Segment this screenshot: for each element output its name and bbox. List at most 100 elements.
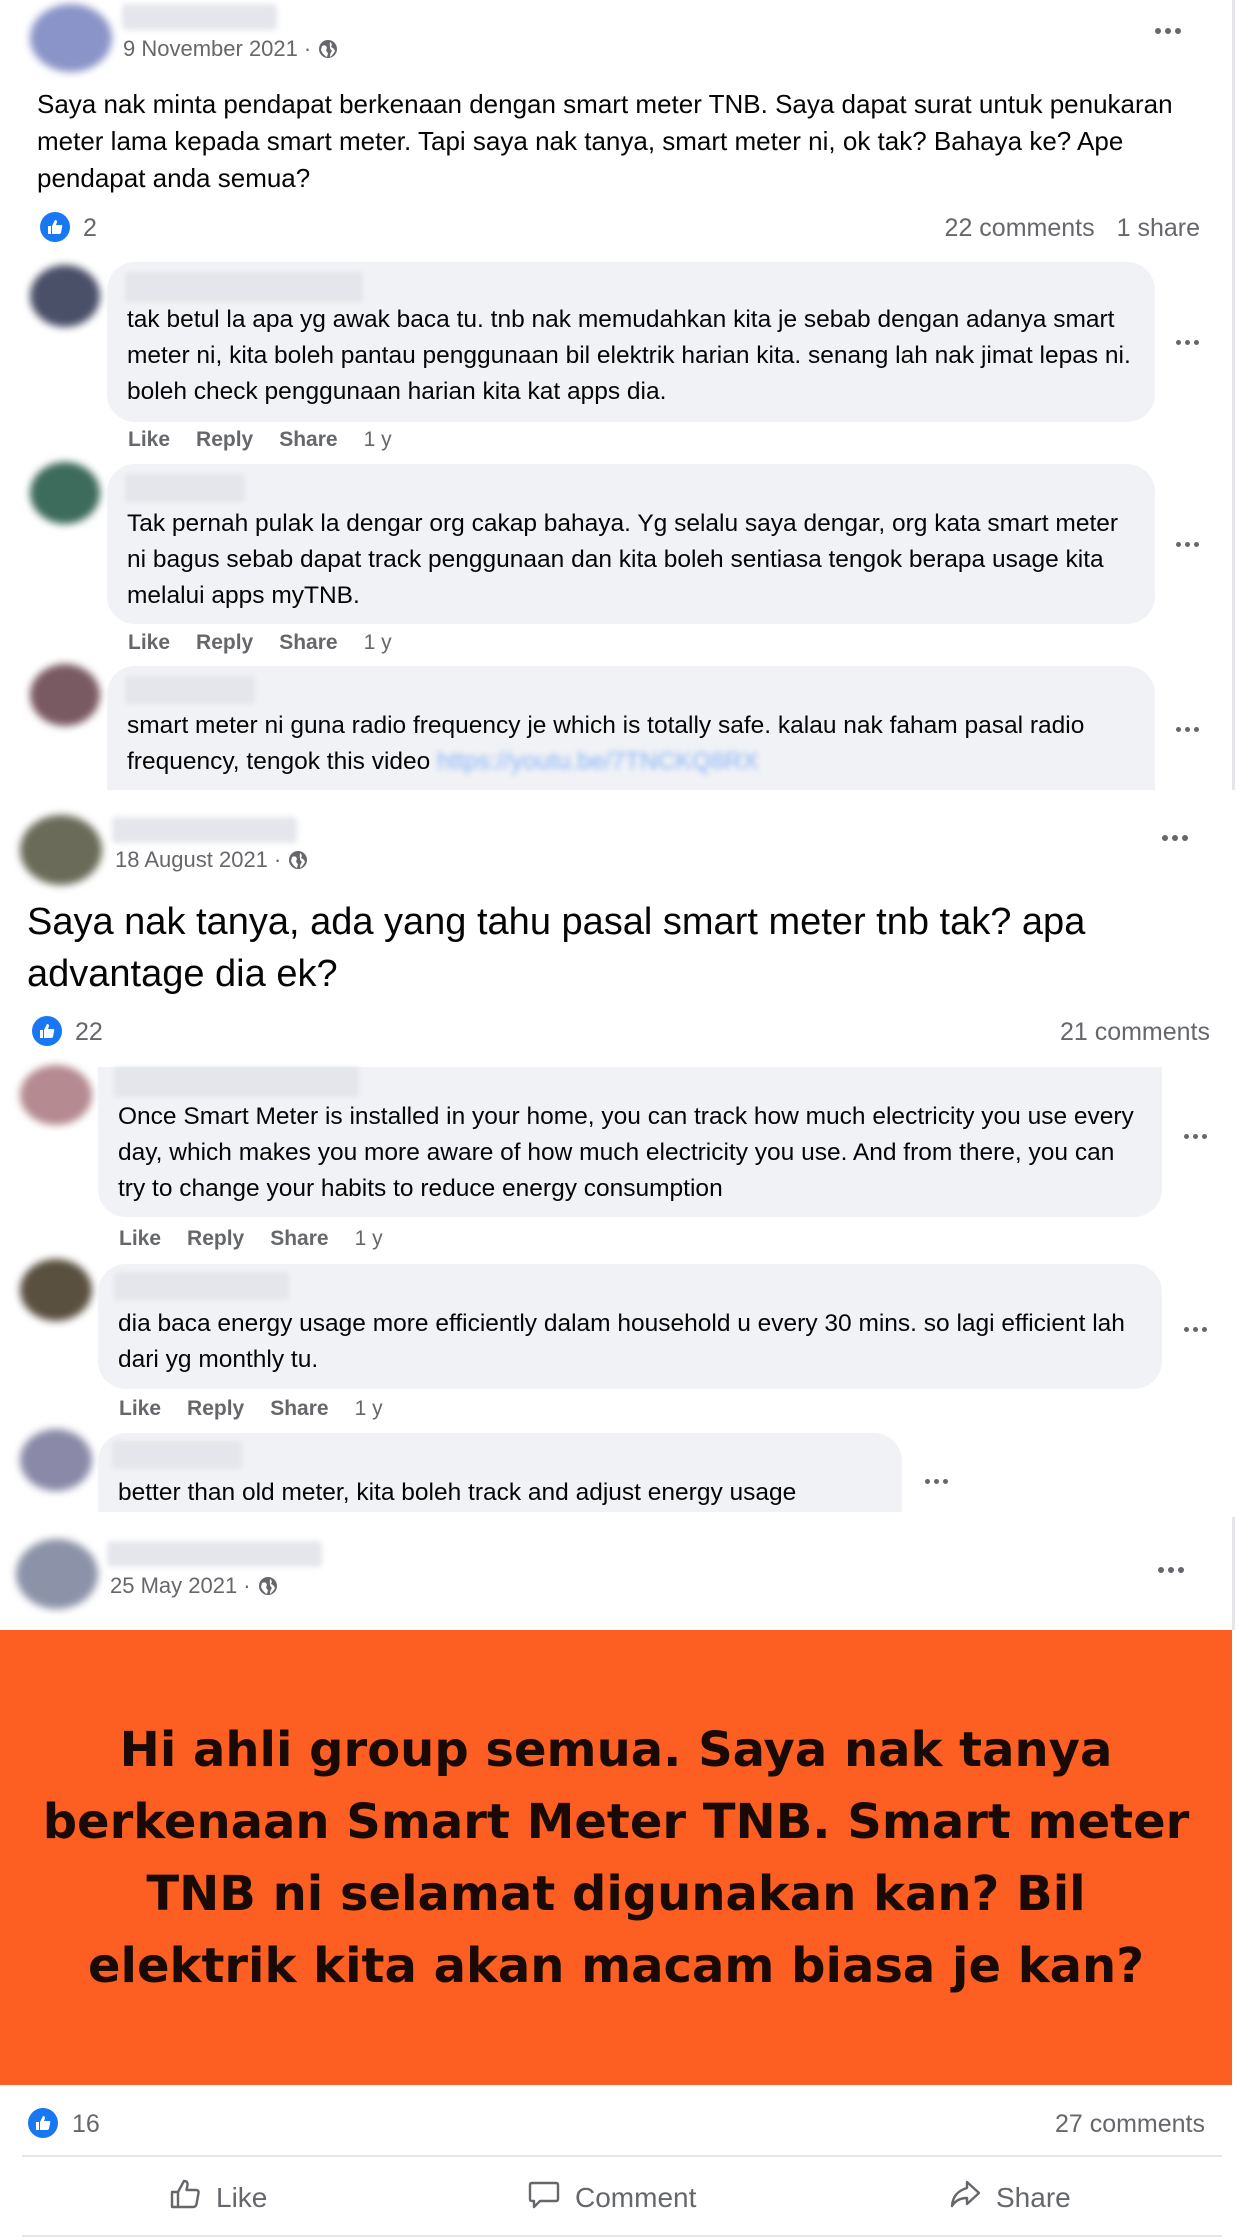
- post-2: 18 August 2021 · Saya nak tanya, ada yan…: [0, 797, 1240, 1512]
- share-button[interactable]: Share: [270, 1397, 328, 1421]
- post-3-background-text-banner: Hi ahli group semua. Saya nak tanya berk…: [0, 1630, 1232, 2085]
- comment-icon: [527, 2177, 561, 2218]
- share-arrow-icon: [948, 2177, 982, 2218]
- comment-more-options-icon[interactable]: [1184, 1327, 1207, 1332]
- share-button[interactable]: Share: [270, 1227, 328, 1251]
- comment-more-options-icon[interactable]: [1176, 542, 1199, 547]
- comment-text: Once Smart Meter is installed in your ho…: [118, 1103, 1134, 1202]
- post-2-stats: 21 comments: [1060, 1018, 1210, 1047]
- reply-button[interactable]: Reply: [196, 631, 253, 655]
- post-3-reaction-count[interactable]: 16: [72, 2110, 100, 2139]
- comment-bubble: better than old meter, kita boleh track …: [98, 1433, 902, 1512]
- like-reaction-icon[interactable]: [32, 1016, 62, 1046]
- post-1-reaction-count[interactable]: 2: [83, 214, 97, 243]
- comment-author-name[interactable]: [125, 676, 255, 704]
- comment-author-name[interactable]: [114, 1067, 359, 1097]
- comment-button[interactable]: Comment: [527, 2177, 696, 2218]
- comment-avatar[interactable]: [20, 1065, 92, 1125]
- comment-age[interactable]: 1 y: [355, 1227, 383, 1251]
- post-1-share-count[interactable]: 1 share: [1117, 214, 1200, 243]
- comment-age[interactable]: 1 y: [364, 428, 392, 452]
- comment-bubble: dia baca energy usage more efficiently d…: [98, 1264, 1162, 1389]
- panel-edge: [1232, 1517, 1235, 1525]
- share-button[interactable]: Share: [948, 2177, 1071, 2218]
- like-button[interactable]: Like: [128, 631, 170, 655]
- like-button-label: Like: [216, 2181, 268, 2213]
- like-button[interactable]: Like: [119, 1227, 161, 1251]
- comment-actions: Like Reply Share 1 y: [128, 631, 392, 655]
- post-1-author-avatar[interactable]: [30, 4, 112, 72]
- comment-more-options-icon[interactable]: [1184, 1134, 1207, 1139]
- post-2-author-name[interactable]: [112, 817, 297, 843]
- divider: [22, 2235, 1222, 2237]
- comment-text: tak betul la apa yg awak baca tu. tnb na…: [127, 306, 1131, 405]
- post-1-comment-count[interactable]: 22 comments: [945, 214, 1095, 243]
- globe-icon: [317, 38, 339, 60]
- comment-actions: Like Reply Share 1 y: [128, 428, 392, 452]
- like-reaction-icon[interactable]: [40, 212, 70, 242]
- post-2-comment-count[interactable]: 21 comments: [1060, 1018, 1210, 1047]
- post-1-stats: 22 comments 1 share: [945, 214, 1200, 243]
- post-3-stats: 27 comments: [1055, 2110, 1205, 2139]
- comment-bubble: Once Smart Meter is installed in your ho…: [98, 1067, 1162, 1217]
- share-button-label: Share: [996, 2181, 1071, 2213]
- comment-avatar[interactable]: [30, 265, 100, 327]
- post-2-more-options-icon[interactable]: [1162, 835, 1188, 841]
- comment-actions: Like Reply Share 1 y: [119, 1227, 383, 1251]
- post-3-author-avatar[interactable]: [16, 1539, 98, 1609]
- comment-avatar[interactable]: [30, 664, 100, 726]
- post-3-author-name[interactable]: [107, 1541, 322, 1567]
- post-3-more-options-icon[interactable]: [1158, 1567, 1184, 1573]
- post-3-date[interactable]: 25 May 2021: [110, 1573, 237, 1599]
- comment-more-options-icon[interactable]: [1176, 340, 1199, 345]
- comment-text: smart meter ni guna radio frequency je w…: [127, 708, 1137, 780]
- comment-bubble: Tak pernah pulak la dengar org cakap bah…: [107, 464, 1155, 624]
- comment-more-options-icon[interactable]: [1176, 727, 1199, 732]
- reply-button[interactable]: Reply: [187, 1227, 244, 1251]
- comment-actions: Like Reply Share 1 y: [119, 1397, 383, 1421]
- like-reaction-icon[interactable]: [28, 2108, 58, 2138]
- reply-button[interactable]: Reply: [196, 428, 253, 452]
- comment-author-name[interactable]: [112, 1441, 242, 1469]
- comment-bubble: smart meter ni guna radio frequency je w…: [107, 666, 1155, 790]
- post-1-date[interactable]: 9 November 2021: [123, 36, 298, 62]
- post-3-banner-text: Hi ahli group semua. Saya nak tanya berk…: [42, 1721, 1190, 1994]
- comment-avatar[interactable]: [20, 1429, 92, 1491]
- like-button[interactable]: Like: [119, 1397, 161, 1421]
- panel-edge: [1232, 1525, 1235, 1630]
- share-button[interactable]: Share: [279, 631, 337, 655]
- post-1-meta: 9 November 2021 ·: [123, 36, 339, 62]
- post-2-reaction-count[interactable]: 22: [75, 1018, 103, 1047]
- post-3-comment-count[interactable]: 27 comments: [1055, 2110, 1205, 2139]
- comment-author-name[interactable]: [114, 1272, 289, 1300]
- like-button[interactable]: Like: [168, 2177, 267, 2218]
- post-1: 9 November 2021 · Saya nak minta pendapa…: [0, 0, 1240, 790]
- comment-age[interactable]: 1 y: [355, 1397, 383, 1421]
- like-button[interactable]: Like: [128, 428, 170, 452]
- video-link[interactable]: https://youtu.be/7TNCKQ8RX: [437, 748, 758, 775]
- post-1-text: Saya nak minta pendapat berkenaan dengan…: [37, 89, 1173, 193]
- comment-author-name[interactable]: [125, 272, 363, 302]
- comment-text: Tak pernah pulak la dengar org cakap bah…: [127, 510, 1119, 609]
- comment-button-label: Comment: [575, 2181, 697, 2213]
- comment-avatar[interactable]: [20, 1259, 92, 1321]
- comment-more-options-icon[interactable]: [925, 1479, 948, 1484]
- post-1-more-options-icon[interactable]: [1155, 28, 1181, 34]
- globe-icon: [287, 849, 309, 871]
- post-2-text: Saya nak tanya, ada yang tahu pasal smar…: [27, 901, 1086, 995]
- post-1-author-name[interactable]: [122, 4, 277, 30]
- post-3-meta: 25 May 2021 ·: [110, 1573, 279, 1599]
- comment-age[interactable]: 1 y: [364, 631, 392, 655]
- globe-icon: [257, 1575, 279, 1597]
- post-2-meta: 18 August 2021 ·: [115, 847, 309, 873]
- comment-bubble: tak betul la apa yg awak baca tu. tnb na…: [107, 262, 1155, 422]
- comment-author-name[interactable]: [125, 474, 245, 502]
- post-2-date[interactable]: 18 August 2021: [115, 847, 268, 873]
- panel-edge: [1232, 0, 1235, 790]
- share-button[interactable]: Share: [279, 428, 337, 452]
- comment-avatar[interactable]: [30, 462, 100, 524]
- thumbs-up-icon: [168, 2177, 202, 2218]
- post-2-author-avatar[interactable]: [20, 815, 102, 885]
- reply-button[interactable]: Reply: [187, 1397, 244, 1421]
- post-3: 25 May 2021 · Hi ahli group semua. Saya …: [0, 1525, 1240, 2240]
